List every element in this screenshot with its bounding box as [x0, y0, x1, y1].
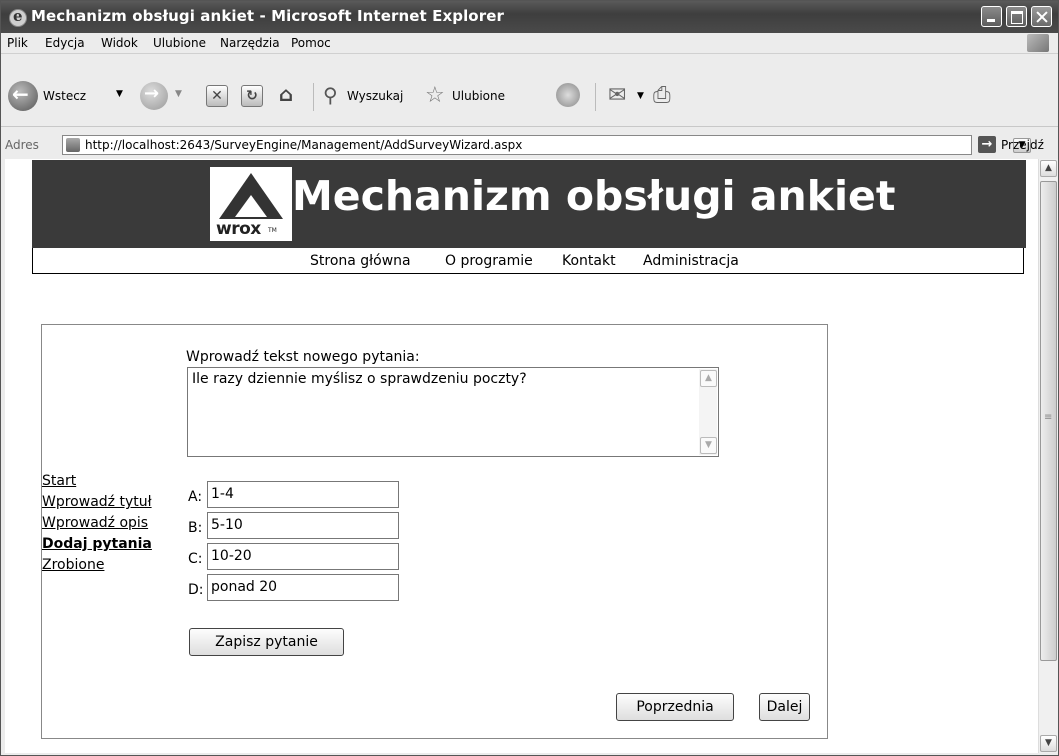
menu-bar: Plik Edycja Widok Ulubione Narzędzia Pom…: [1, 33, 1058, 54]
toolbar-separator: [595, 83, 596, 111]
favorites-button-label[interactable]: Ulubione: [452, 89, 505, 103]
site-title: Mechanizm obsługi ankiet: [292, 172, 896, 220]
nav-about[interactable]: O programie: [445, 253, 533, 269]
forward-arrow-icon[interactable]: [140, 82, 168, 110]
question-textarea[interactable]: Ile razy dziennie myślisz o sprawdzeniu …: [187, 367, 719, 457]
scroll-down-icon[interactable]: ▼: [700, 437, 717, 454]
scroll-down-icon[interactable]: ▼: [1040, 735, 1057, 752]
minimize-button[interactable]: [981, 6, 1002, 27]
maximize-button[interactable]: [1006, 6, 1027, 27]
back-dropdown-icon[interactable]: ▼: [116, 89, 123, 99]
menu-tools[interactable]: Narzędzia: [220, 36, 280, 50]
page-scrollbar[interactable]: ▲ ▼: [1038, 159, 1058, 753]
go-button-label[interactable]: Przejdź: [1001, 138, 1044, 152]
site-header: wrox TM Mechanizm obsługi ankiet: [32, 160, 1026, 248]
refresh-icon[interactable]: ↻: [241, 85, 263, 107]
answer-d-input[interactable]: ponad 20: [207, 574, 399, 601]
nav-home[interactable]: Strona główna: [310, 253, 411, 269]
mail-dropdown-icon[interactable]: ▼: [637, 91, 644, 101]
site-nav: Strona główna O programie Kontakt Admini…: [32, 248, 1024, 274]
back-arrow-icon[interactable]: [8, 81, 38, 111]
nav-admin[interactable]: Administracja: [643, 253, 739, 269]
scrollbar-thumb[interactable]: [1040, 181, 1057, 661]
menu-file[interactable]: Plik: [7, 36, 28, 50]
close-button[interactable]: [1031, 6, 1052, 27]
home-icon[interactable]: ⌂: [275, 84, 297, 106]
question-text[interactable]: Ile razy dziennie myślisz o sprawdzeniu …: [192, 371, 527, 387]
next-button[interactable]: Dalej: [759, 693, 810, 721]
textarea-scrollbar[interactable]: ▲ ▼: [699, 369, 717, 455]
window-title: Mechanizm obsługi ankiet - Microsoft Int…: [31, 7, 504, 25]
menu-edit[interactable]: Edycja: [45, 36, 85, 50]
forward-dropdown-icon[interactable]: ▼: [175, 89, 182, 99]
nav-contact[interactable]: Kontakt: [562, 253, 616, 269]
logo-text: wrox: [216, 219, 261, 239]
answer-d-value[interactable]: ponad 20: [211, 579, 277, 595]
step-done[interactable]: Zrobione: [42, 557, 104, 573]
menu-view[interactable]: Widok: [101, 36, 138, 50]
scroll-up-icon[interactable]: ▲: [1040, 160, 1057, 177]
address-url[interactable]: http://localhost:2643/SurveyEngine/Manag…: [85, 138, 522, 152]
question-label: Wprowadź tekst nowego pytania:: [186, 349, 420, 365]
wrox-logo: wrox TM: [210, 167, 292, 241]
step-description[interactable]: Wprowadź opis: [42, 515, 148, 531]
favorites-star-icon[interactable]: ☆: [425, 83, 445, 108]
logo-tm: TM: [268, 227, 277, 234]
answer-a-input[interactable]: 1-4: [207, 481, 399, 508]
print-icon[interactable]: ⎙: [653, 83, 671, 108]
answer-c-label: C:: [188, 551, 203, 567]
step-start[interactable]: Start: [42, 473, 76, 489]
page-content: wrox TM Mechanizm obsługi ankiet Strona …: [5, 159, 1038, 753]
page-icon: [66, 138, 80, 152]
windows-logo-icon: [1027, 34, 1049, 52]
answer-c-value[interactable]: 10-20: [211, 548, 252, 564]
history-icon[interactable]: [556, 83, 580, 107]
answer-a-label: A:: [188, 489, 203, 505]
back-button-label[interactable]: Wstecz: [43, 89, 86, 103]
toolbar-separator: [313, 83, 314, 111]
stop-icon[interactable]: ✕: [206, 85, 228, 107]
answer-b-input[interactable]: 5-10: [207, 512, 399, 539]
step-title[interactable]: Wprowadź tytuł: [42, 494, 152, 510]
browser-window: Mechanizm obsługi ankiet - Microsoft Int…: [0, 0, 1059, 756]
ie-icon: [9, 7, 27, 27]
title-bar: Mechanizm obsługi ankiet - Microsoft Int…: [1, 1, 1058, 33]
menu-favorites[interactable]: Ulubione: [153, 36, 206, 50]
answer-a-value[interactable]: 1-4: [211, 486, 234, 502]
step-add-questions[interactable]: Dodaj pytania: [42, 536, 152, 552]
menu-help[interactable]: Pomoc: [291, 36, 331, 50]
answer-d-label: D:: [188, 582, 204, 598]
address-label: Adres: [5, 138, 39, 152]
mail-icon[interactable]: ✉: [608, 83, 626, 108]
address-bar: Adres http://localhost:2643/SurveyEngine…: [1, 135, 1058, 157]
go-arrow-icon[interactable]: →: [978, 136, 996, 153]
answer-c-input[interactable]: 10-20: [207, 543, 399, 570]
previous-button[interactable]: Poprzednia: [616, 693, 734, 721]
scroll-up-icon[interactable]: ▲: [700, 370, 717, 387]
answer-b-label: B:: [188, 520, 203, 536]
search-button-label[interactable]: Wyszukaj: [347, 89, 403, 103]
search-icon[interactable]: ⚲: [323, 83, 338, 107]
save-question-button[interactable]: Zapisz pytanie: [189, 628, 344, 656]
answer-b-value[interactable]: 5-10: [211, 517, 243, 533]
address-input[interactable]: http://localhost:2643/SurveyEngine/Manag…: [62, 135, 1031, 155]
